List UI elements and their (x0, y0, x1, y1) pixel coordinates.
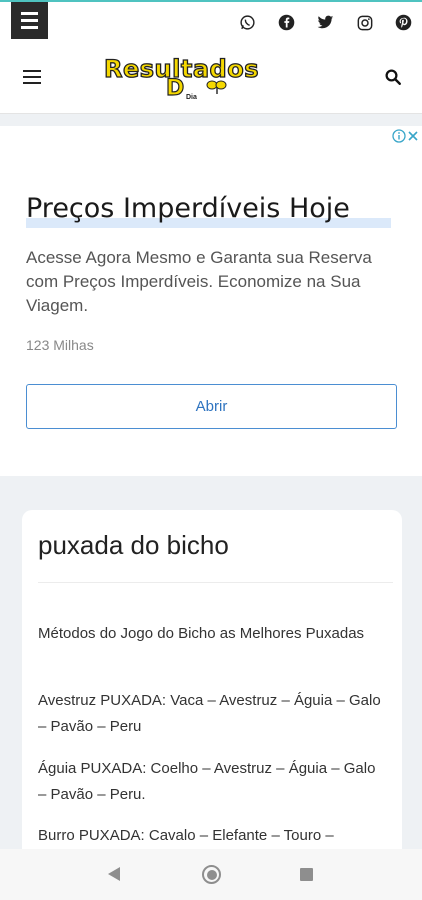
logo-small: Dia (186, 94, 197, 101)
social-links (237, 12, 414, 33)
pinterest-icon[interactable] (393, 12, 414, 33)
back-icon[interactable] (108, 867, 120, 881)
twitter-icon[interactable] (315, 12, 336, 33)
clover-icon (206, 80, 227, 94)
search-icon[interactable] (384, 68, 402, 86)
article-paragraph: Burro PUXADA: Cavalo – Elefante – Touro … (38, 827, 334, 844)
ad-title[interactable]: Preços Imperdíveis Hoje (26, 193, 350, 224)
ad-choices[interactable] (392, 129, 419, 143)
ad-source: 123 Milhas (26, 337, 94, 353)
ad-description: Acesse Agora Mesmo e Garanta sua Reserva… (26, 248, 372, 315)
whatsapp-icon[interactable] (237, 12, 258, 33)
article-paragraph: Águia PUXADA: Coelho – Avestruz – Águia … (38, 760, 376, 803)
top-menu-button[interactable] (11, 2, 48, 39)
facebook-icon[interactable] (276, 12, 297, 33)
home-icon[interactable] (202, 865, 221, 884)
hamburger-menu-icon[interactable] (23, 70, 41, 84)
ad-close-icon (408, 131, 418, 141)
ad-info-icon (392, 129, 406, 143)
article-card: puxada do bicho Métodos do Jogo do Bicho… (22, 510, 402, 870)
article-paragraph: Avestruz PUXADA: Vaca – Avestruz – Águia… (38, 692, 381, 735)
logo-letter: D (165, 75, 185, 101)
divider (38, 582, 393, 583)
instagram-icon[interactable] (354, 12, 375, 33)
recent-apps-icon[interactable] (300, 868, 313, 881)
system-nav-bar (0, 849, 422, 900)
article-paragraph: Métodos do Jogo do Bicho as Melhores Pux… (38, 625, 365, 642)
ad-open-button[interactable]: Abrir (26, 384, 397, 429)
top-bar (0, 0, 422, 40)
site-header: Resultados D Dia (0, 40, 422, 114)
site-logo[interactable]: Resultados D Dia (103, 54, 314, 105)
article-title: puxada do bicho (38, 530, 229, 560)
